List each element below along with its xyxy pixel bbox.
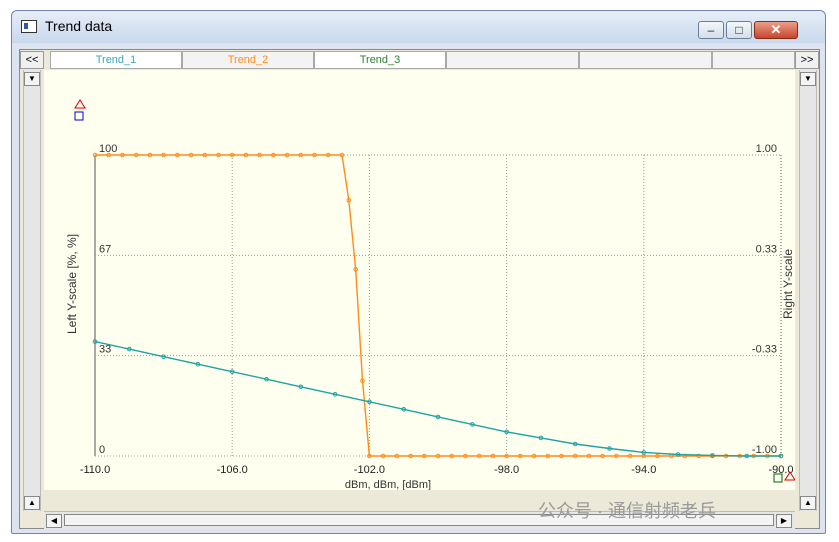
red-triangle-marker <box>74 99 86 109</box>
x-tick-label: -94.0 <box>631 464 656 476</box>
left-y-tick-label: 0 <box>99 444 105 456</box>
tab-trend-1[interactable]: Trend_1 <box>50 51 182 69</box>
tab-prev-button[interactable]: << <box>20 51 44 69</box>
scroll-right-icon[interactable]: ▶ <box>776 514 792 528</box>
blue-square-marker <box>74 111 84 121</box>
x-tick-label: -102.0 <box>354 464 385 476</box>
left-vertical-scrollbar[interactable]: ▼ ▲ <box>23 70 41 511</box>
scroll-up-icon[interactable]: ▲ <box>800 496 816 510</box>
x-tick-label: -110.0 <box>80 464 110 476</box>
scroll-up-icon[interactable]: ▲ <box>24 496 40 510</box>
scroll-down-icon[interactable]: ▼ <box>24 72 40 86</box>
maximize-button[interactable]: □ <box>726 21 752 39</box>
minimize-icon: – <box>707 23 715 37</box>
tab-next-button[interactable]: >> <box>795 51 819 69</box>
left-y-axis-label: Left Y-scale [%, %] <box>65 234 79 334</box>
minimize-button[interactable]: – <box>698 21 724 39</box>
right-y-tick-label: 1.00 <box>756 143 777 155</box>
y-tick-labels: 0 -1.0033 -0.3367 0.33100 1.00 <box>99 143 777 456</box>
x-tick-label: -106.0 <box>217 464 248 476</box>
x-tick-label: -98.0 <box>494 464 519 476</box>
window-title: Trend data <box>45 18 113 34</box>
right-y-axis-label: Right Y-scale <box>781 249 795 319</box>
tab-trend-3[interactable]: Trend_3 <box>314 51 446 69</box>
trend-data-window: Trend data – □ ✕ << Trend_1 Trend_2 Tren… <box>11 10 826 534</box>
right-vertical-scrollbar[interactable]: ▼ ▲ <box>799 70 817 511</box>
x-axis-label: dBm, dBm, [dBm] <box>345 479 431 490</box>
left-y-tick-label: 67 <box>99 243 111 255</box>
right-y-tick-label: 0.33 <box>756 243 777 255</box>
scroll-left-icon[interactable]: ◀ <box>46 514 62 528</box>
close-button[interactable]: ✕ <box>754 21 798 39</box>
x-tick-labels: -110.0 -106.0 -102.0 -98.0 -94.0 -90.0 <box>80 464 794 476</box>
series-layer <box>92 152 784 459</box>
maximize-icon: □ <box>735 23 743 37</box>
tab-label: Trend_3 <box>359 54 401 66</box>
app-icon <box>21 20 37 33</box>
tab-empty-5[interactable] <box>579 51 712 69</box>
trend-tab-bar: << Trend_1 Trend_2 Trend_3 >> <box>20 50 819 70</box>
tab-label: Trend_2 <box>227 54 269 66</box>
tab-empty-4[interactable] <box>446 51 579 69</box>
tab-label: Trend_1 <box>95 54 137 66</box>
scroll-down-icon[interactable]: ▼ <box>800 72 816 86</box>
watermark-text: 公众号 · 通信射频老兵 <box>538 501 716 521</box>
grid-lines <box>94 154 782 457</box>
series-line <box>95 154 781 457</box>
tab-trend-2[interactable]: Trend_2 <box>182 51 314 69</box>
plot-area: -110.0 -106.0 -102.0 -98.0 -94.0 -90.0 0 -1.00… <box>44 70 796 491</box>
right-y-tick-label: -0.33 <box>752 344 777 356</box>
close-icon: ✕ <box>770 22 782 37</box>
client-area: << Trend_1 Trend_2 Trend_3 >> ▼ ▲ ▼ ▲ -1… <box>19 49 820 529</box>
series-line <box>94 340 781 457</box>
trend-chart[interactable]: -110.0 -106.0 -102.0 -98.0 -94.0 -90.0 0 -1.00… <box>44 70 796 491</box>
tab-empty-6[interactable] <box>712 51 795 69</box>
right-y-tick-label: -1.00 <box>752 444 777 456</box>
title-bar[interactable]: Trend data – □ ✕ <box>12 11 825 43</box>
